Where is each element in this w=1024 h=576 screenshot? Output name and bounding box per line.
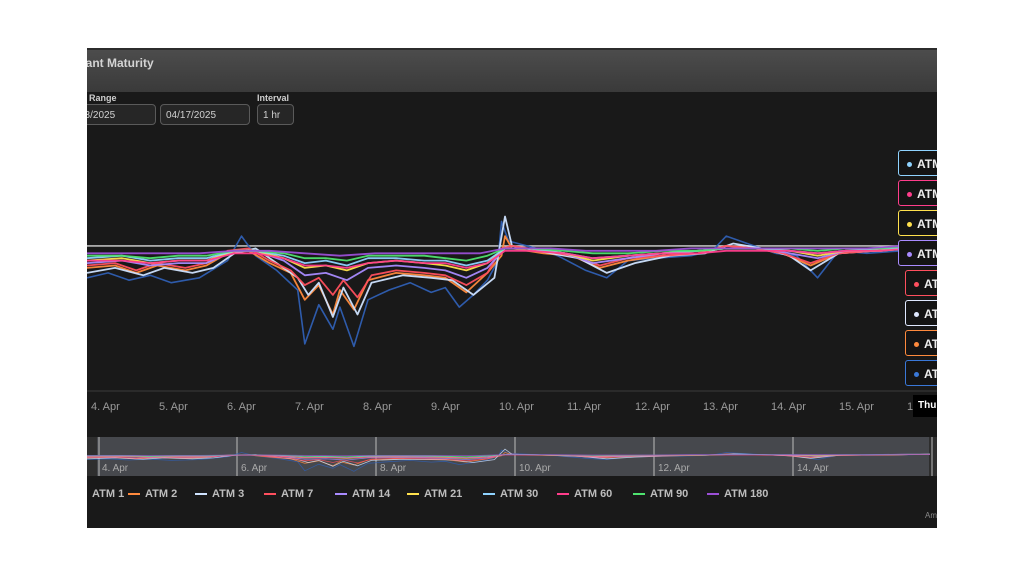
legend-swatch: [557, 493, 569, 496]
legend-label: ATM 90: [650, 488, 689, 500]
tooltip-entry: ATM: [905, 330, 937, 356]
legend-swatch: [264, 493, 276, 496]
legend-item[interactable]: ATM 2: [128, 488, 177, 500]
tooltip-entry: ATM: [898, 180, 937, 206]
x-tick-label: 14. Apr: [771, 401, 806, 413]
navigator-tick-label: 4. Apr: [102, 463, 129, 474]
series-line-atm-1: [87, 220, 931, 348]
tooltip-entry: ATM: [898, 210, 937, 236]
legend-swatch: [128, 493, 140, 496]
chart-area[interactable]: 4. Apr 5. Apr 6. Apr 7. Apr 8. Apr 9. Apr 10. …: [87, 48, 937, 528]
tooltip-dot: [914, 312, 919, 318]
tooltip-entry: ATM: [905, 360, 937, 386]
tooltip-entry: ATM: [905, 270, 937, 296]
tooltip-dot: [907, 162, 912, 168]
tooltip-label: ATM: [917, 217, 937, 231]
legend-label: ATM 2: [145, 488, 178, 500]
x-tick-label: 4. Apr: [91, 401, 120, 413]
legend-swatch: [707, 493, 719, 496]
tooltip-entry: ATM: [898, 150, 937, 176]
x-tick-label: 5. Apr: [159, 401, 188, 413]
navigator-tick-label: 10. Apr: [519, 463, 551, 474]
legend-item[interactable]: ATM 3: [195, 488, 244, 500]
tooltip-label: ATM: [924, 367, 937, 381]
tooltip-dot: [914, 372, 919, 378]
legend-swatch: [633, 493, 645, 496]
legend-swatch: [407, 493, 419, 496]
credit-text: Am: [925, 511, 937, 520]
tooltip-label: ATM: [924, 307, 937, 321]
navigator-tick-label: 8. Apr: [380, 463, 407, 474]
tooltip-label: ATM: [924, 337, 937, 351]
tooltip-dot: [907, 222, 912, 228]
legend-item[interactable]: ATM 60: [557, 488, 612, 500]
navigator-tick-label: 12. Apr: [658, 463, 690, 474]
legend-label: ATM 14: [352, 488, 391, 500]
legend-item[interactable]: ATM 180: [707, 488, 768, 500]
tooltip-dot: [907, 252, 912, 258]
tooltip-entry: ATM: [905, 300, 937, 326]
legend: ATM 1 ATM 2 ATM 3 ATM 7 ATM 14 ATM 21 ATM 30 AT…: [87, 488, 937, 508]
x-tick-label: 8. Apr: [363, 401, 392, 413]
legend-label: ATM 1: [92, 488, 125, 500]
x-tick-label: 12. Apr: [635, 401, 670, 413]
x-tick-label: 9. Apr: [431, 401, 460, 413]
series-line-atm-3: [87, 215, 931, 318]
chart-panel: stant Maturity Range 03/2025 04/17/2025 …: [87, 48, 937, 528]
legend-label: ATM 3: [212, 488, 245, 500]
legend-label: ATM 21: [424, 488, 463, 500]
legend-label: ATM 7: [281, 488, 314, 500]
tooltip-label: ATM: [917, 247, 937, 261]
navigator-tick-label: 6. Apr: [241, 463, 268, 474]
x-tick-label: 13. Apr: [703, 401, 738, 413]
legend-label: ATM 30: [500, 488, 539, 500]
legend-swatch: [483, 493, 495, 496]
tooltip-dot: [914, 342, 919, 348]
tooltip-label: ATM: [917, 187, 937, 201]
legend-item[interactable]: ATM 7: [264, 488, 313, 500]
legend-label: ATM 60: [574, 488, 613, 500]
tooltip-label: ATM: [924, 277, 937, 291]
navigator-tick-label: 14. Apr: [797, 463, 829, 474]
legend-swatch: [195, 493, 207, 496]
x-tick-label: 11. Apr: [567, 401, 601, 413]
legend-item[interactable]: ATM 21: [407, 488, 462, 500]
x-tick-label: 10. Apr: [499, 401, 534, 413]
legend-item[interactable]: ATM 30: [483, 488, 538, 500]
tooltip-day-label: Thu: [913, 395, 937, 417]
tooltip-dot: [907, 192, 912, 198]
legend-swatch: [335, 493, 347, 496]
x-tick-label: 7. Apr: [295, 401, 324, 413]
legend-item[interactable]: ATM 1: [87, 488, 124, 500]
tooltip-label: ATM: [917, 157, 937, 171]
tooltip-entry: ATM: [898, 240, 937, 266]
x-tick-label: 6. Apr: [227, 401, 256, 413]
legend-item[interactable]: ATM 14: [335, 488, 390, 500]
legend-item[interactable]: ATM 90: [633, 488, 688, 500]
tooltip-dot: [914, 282, 919, 288]
legend-label: ATM 180: [724, 488, 769, 500]
x-tick-label: 15. Apr: [839, 401, 874, 413]
